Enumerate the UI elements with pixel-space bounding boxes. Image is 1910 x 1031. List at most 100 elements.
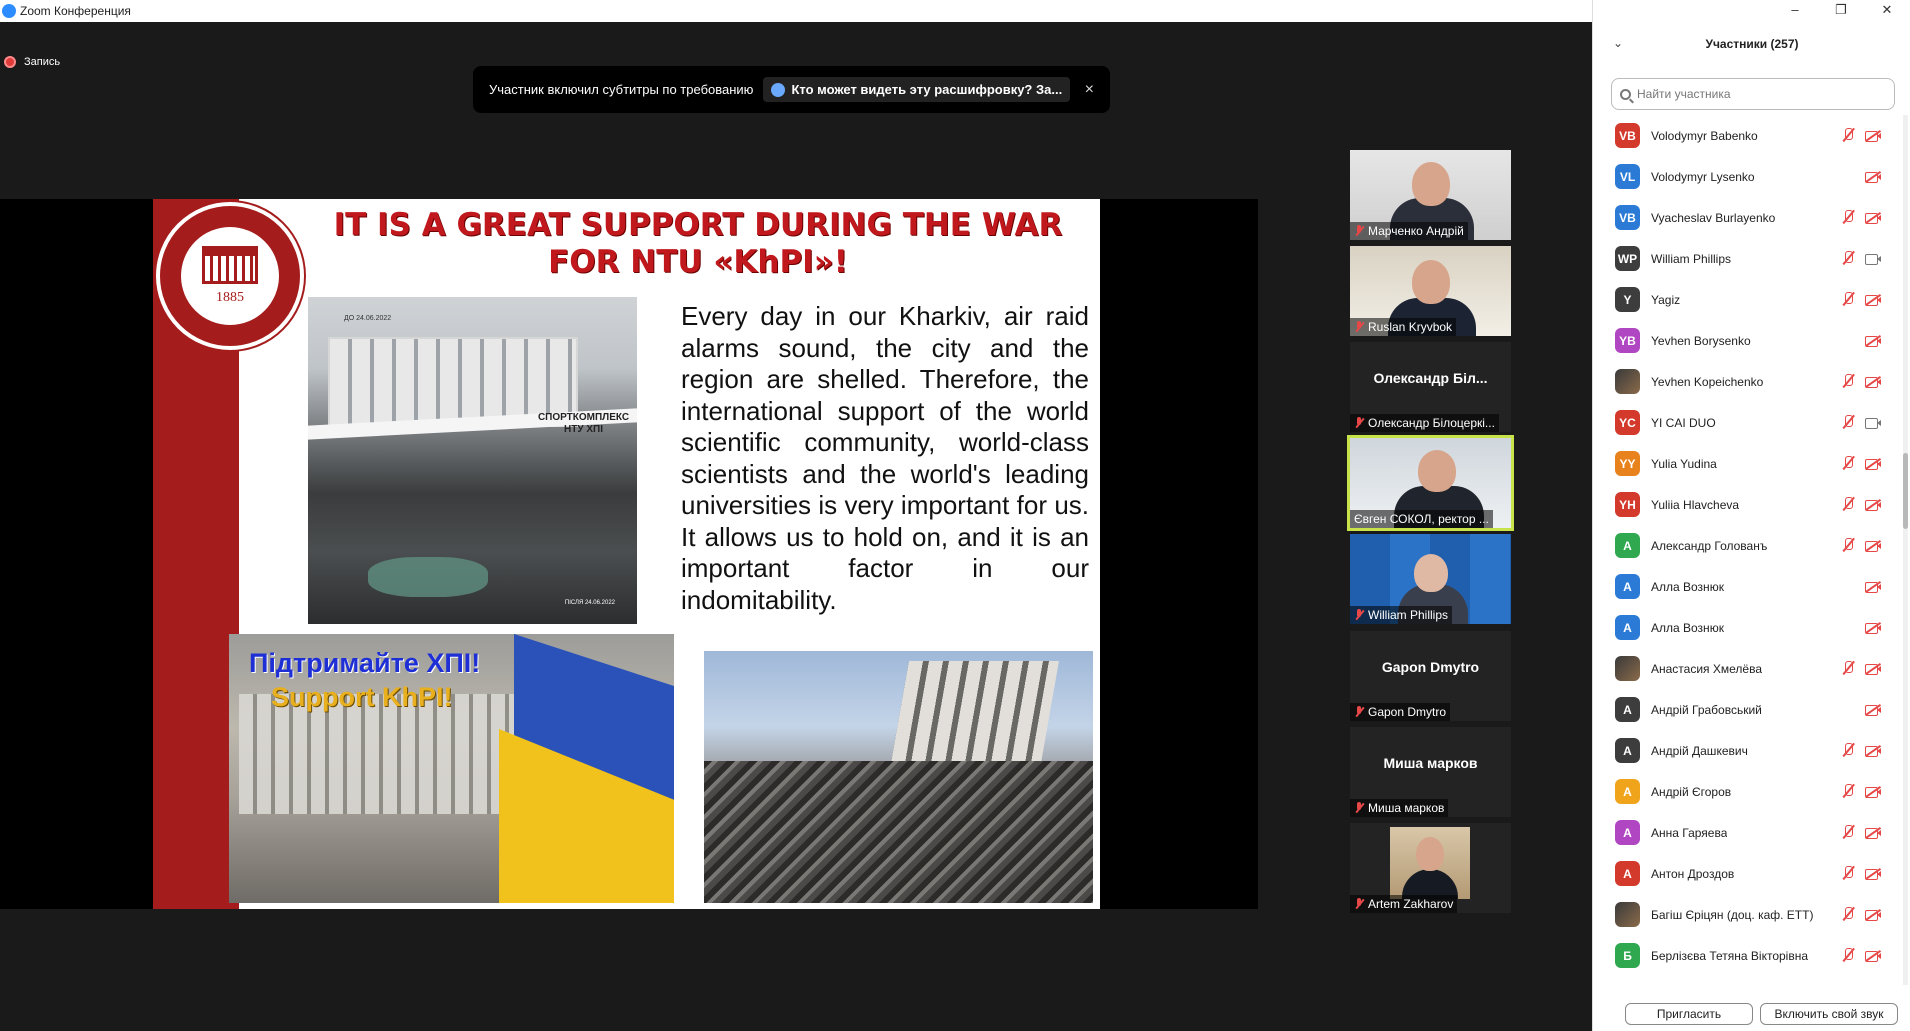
mic-off-icon [1841, 292, 1855, 307]
camera-lens [1877, 666, 1881, 672]
close-icon[interactable]: × [1085, 81, 1094, 99]
mic-off-icon [1841, 825, 1855, 840]
participant-status-icons [1841, 743, 1881, 758]
camera-off-icon [1865, 130, 1881, 142]
participant-row[interactable]: YC YI CAI DUO [1593, 402, 1899, 443]
mic-off-icon [1841, 415, 1855, 430]
participant-name: Yevhen Kopeichenko [1651, 374, 1764, 389]
participant-row[interactable]: Анастасия Хмелёва [1593, 648, 1899, 689]
participant-row[interactable]: А Александр Голованъ [1593, 525, 1899, 566]
minimize-button[interactable]: – [1772, 0, 1818, 22]
thumbnail-name: Марченко Андрій [1368, 224, 1464, 238]
camera-lens [1877, 502, 1881, 508]
recording-indicator[interactable]: Запись [4, 56, 60, 68]
invite-button[interactable]: Пригласить [1625, 1003, 1753, 1025]
avatar: Б [1615, 943, 1640, 968]
camera-lens [1877, 871, 1881, 877]
participant-row[interactable]: VL Volodymyr Lysenko [1593, 156, 1899, 197]
participant-row[interactable]: WP William Phillips [1593, 238, 1899, 279]
participant-row[interactable]: Y Yagiz [1593, 279, 1899, 320]
mic-off-icon [1841, 456, 1855, 471]
video-thumbnail[interactable]: Олександр Біл... Олександр Білоцеркі... [1350, 342, 1511, 432]
record-icon [4, 56, 16, 68]
destroyed-building-photo [704, 651, 1093, 903]
scrollbar-thumb[interactable] [1903, 453, 1908, 529]
participant-status-icons [1841, 825, 1881, 840]
participant-row[interactable]: А Андрій Грабовський [1593, 689, 1899, 730]
participant-row[interactable]: YY Yulia Yudina [1593, 443, 1899, 484]
participant-status-icons [1841, 292, 1881, 307]
participant-status-icons [1839, 169, 1881, 183]
avatar: А [1615, 738, 1640, 763]
slide-body-text: Every day in our Kharkiv, air raid alarm… [681, 301, 1089, 615]
participant-row[interactable]: Багіш Єріцян (доц. каф. ЕТТ) [1593, 894, 1899, 935]
participant-row[interactable]: Б Берлізєва Тетяна Вікторівна [1593, 935, 1899, 976]
building-icon [202, 246, 258, 284]
camera-off-icon [1865, 622, 1881, 634]
thumbnail-big-name: Миша марков [1383, 755, 1478, 771]
participant-list: VB Volodymyr Babenko VL Volodymyr Lysenko VB… [1593, 115, 1899, 981]
window-title: Zoom Конференция [20, 4, 131, 18]
transcript-link-label: Кто может видеть эту расшифровку? За... [791, 82, 1063, 97]
participant-status-icons [1841, 907, 1881, 922]
unmute-self-button[interactable]: Включить свой звук [1760, 1003, 1898, 1025]
mic-off-icon [1354, 706, 1364, 718]
mic-off-icon [1841, 784, 1855, 799]
no-audio-placeholder [1839, 169, 1855, 181]
support-title-en: Support KhPI! [271, 682, 453, 712]
transcript-visibility-link[interactable]: Кто может видеть эту расшифровку? За... [763, 77, 1071, 102]
participant-row[interactable]: VB Vyacheslav Burlayenko [1593, 197, 1899, 238]
avatar [1615, 369, 1640, 394]
participant-name: Александр Голованъ [1651, 538, 1768, 553]
video-thumbnail[interactable]: William Phillips [1350, 534, 1511, 624]
participant-row[interactable]: А Анна Гаряева [1593, 812, 1899, 853]
camera-lens [1877, 133, 1881, 139]
video-thumbnail[interactable]: Марченко Андрій [1350, 150, 1511, 240]
mic-off-icon [1841, 128, 1855, 143]
thumbnail-name: Євген СОКОЛ, ректор ... [1354, 512, 1489, 526]
window-controls: – ❐ ✕ [1772, 0, 1910, 22]
participant-search[interactable] [1611, 78, 1895, 110]
participant-scrollbar[interactable] [1903, 115, 1908, 985]
mic-off-icon [1841, 538, 1855, 553]
camera-off-icon [1865, 745, 1881, 757]
no-audio-placeholder [1839, 579, 1855, 591]
close-window-button[interactable]: ✕ [1864, 0, 1910, 22]
participant-row[interactable]: А Андрій Єгоров [1593, 771, 1899, 812]
participant-row[interactable]: VB Volodymyr Babenko [1593, 115, 1899, 156]
notification-message: Участник включил субтитры по требованию [489, 82, 754, 97]
camera-lens [1877, 584, 1881, 590]
participant-row[interactable]: YH Yuliia Hlavcheva [1593, 484, 1899, 525]
participant-row[interactable]: YB Yevhen Borysenko [1593, 320, 1899, 361]
participant-row[interactable]: А Алла Вознюк [1593, 566, 1899, 607]
video-thumbnail[interactable]: Миша марков Миша марков [1350, 727, 1511, 817]
participant-row[interactable]: А Алла Вознюк [1593, 607, 1899, 648]
headline-line-1: IT IS A GREAT SUPPORT DURING THE WAR [333, 207, 1063, 243]
camera-off-icon [1865, 540, 1881, 552]
camera-lens [1877, 461, 1881, 467]
video-thumbnail[interactable]: Gapon Dmytro Gapon Dmytro [1350, 631, 1511, 721]
active-speaker-thumbnail[interactable]: Євген СОКОЛ, ректор ... [1347, 435, 1514, 531]
thumbnail-namebar: William Phillips [1350, 606, 1453, 624]
participant-name: Yulia Yudina [1651, 456, 1717, 471]
participant-row[interactable]: А Антон Дроздов [1593, 853, 1899, 894]
avatar: Y [1615, 287, 1640, 312]
participant-name: Антон Дроздов [1651, 866, 1735, 881]
no-audio-placeholder [1839, 620, 1855, 632]
avatar: YC [1615, 410, 1640, 435]
video-thumbnail[interactable]: Artem Zakharov [1350, 823, 1511, 913]
participant-row[interactable]: А Андрій Дашкевич [1593, 730, 1899, 771]
video-thumbnail[interactable]: Ruslan Kryvbok [1350, 246, 1511, 336]
participant-name: Volodymyr Babenko [1651, 128, 1758, 143]
participant-status-icons [1839, 579, 1881, 593]
participant-row[interactable]: Yevhen Kopeichenko [1593, 361, 1899, 402]
participant-name: Vyacheslav Burlayenko [1651, 210, 1776, 225]
zoom-app-icon [2, 4, 16, 18]
camera-off-icon [1865, 786, 1881, 798]
participant-status-icons [1841, 374, 1881, 389]
camera-lens [1877, 297, 1881, 303]
participants-title: Участники (257) [1705, 37, 1799, 51]
search-input[interactable] [1637, 87, 1877, 101]
restore-button[interactable]: ❐ [1818, 0, 1864, 22]
avatar [1615, 902, 1640, 927]
